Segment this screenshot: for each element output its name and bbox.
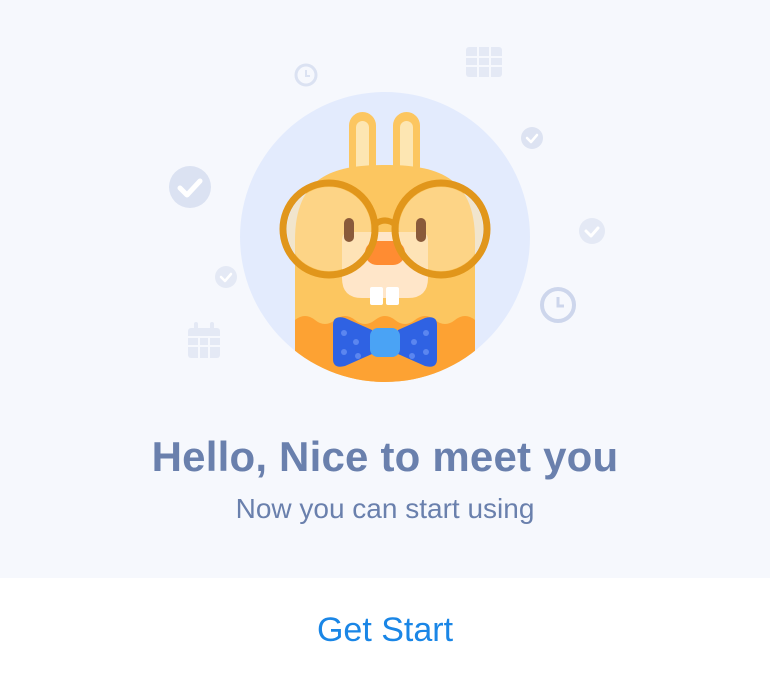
check-circle-icon	[169, 166, 211, 208]
clock-icon	[540, 287, 576, 323]
check-circle-icon	[215, 266, 237, 288]
check-circle-icon	[579, 218, 605, 244]
welcome-panel: Hello, Nice to meet you Now you can star…	[0, 0, 770, 578]
check-circle-icon	[521, 127, 543, 149]
grid-calendar-icon	[466, 47, 502, 77]
welcome-illustration	[169, 47, 605, 382]
welcome-subtitle: Now you can start using	[235, 493, 535, 524]
get-start-button[interactable]: Get Start	[285, 604, 485, 656]
calendar-icon	[188, 322, 220, 358]
clock-icon	[294, 63, 318, 87]
welcome-title: Hello, Nice to meet you	[151, 433, 619, 480]
